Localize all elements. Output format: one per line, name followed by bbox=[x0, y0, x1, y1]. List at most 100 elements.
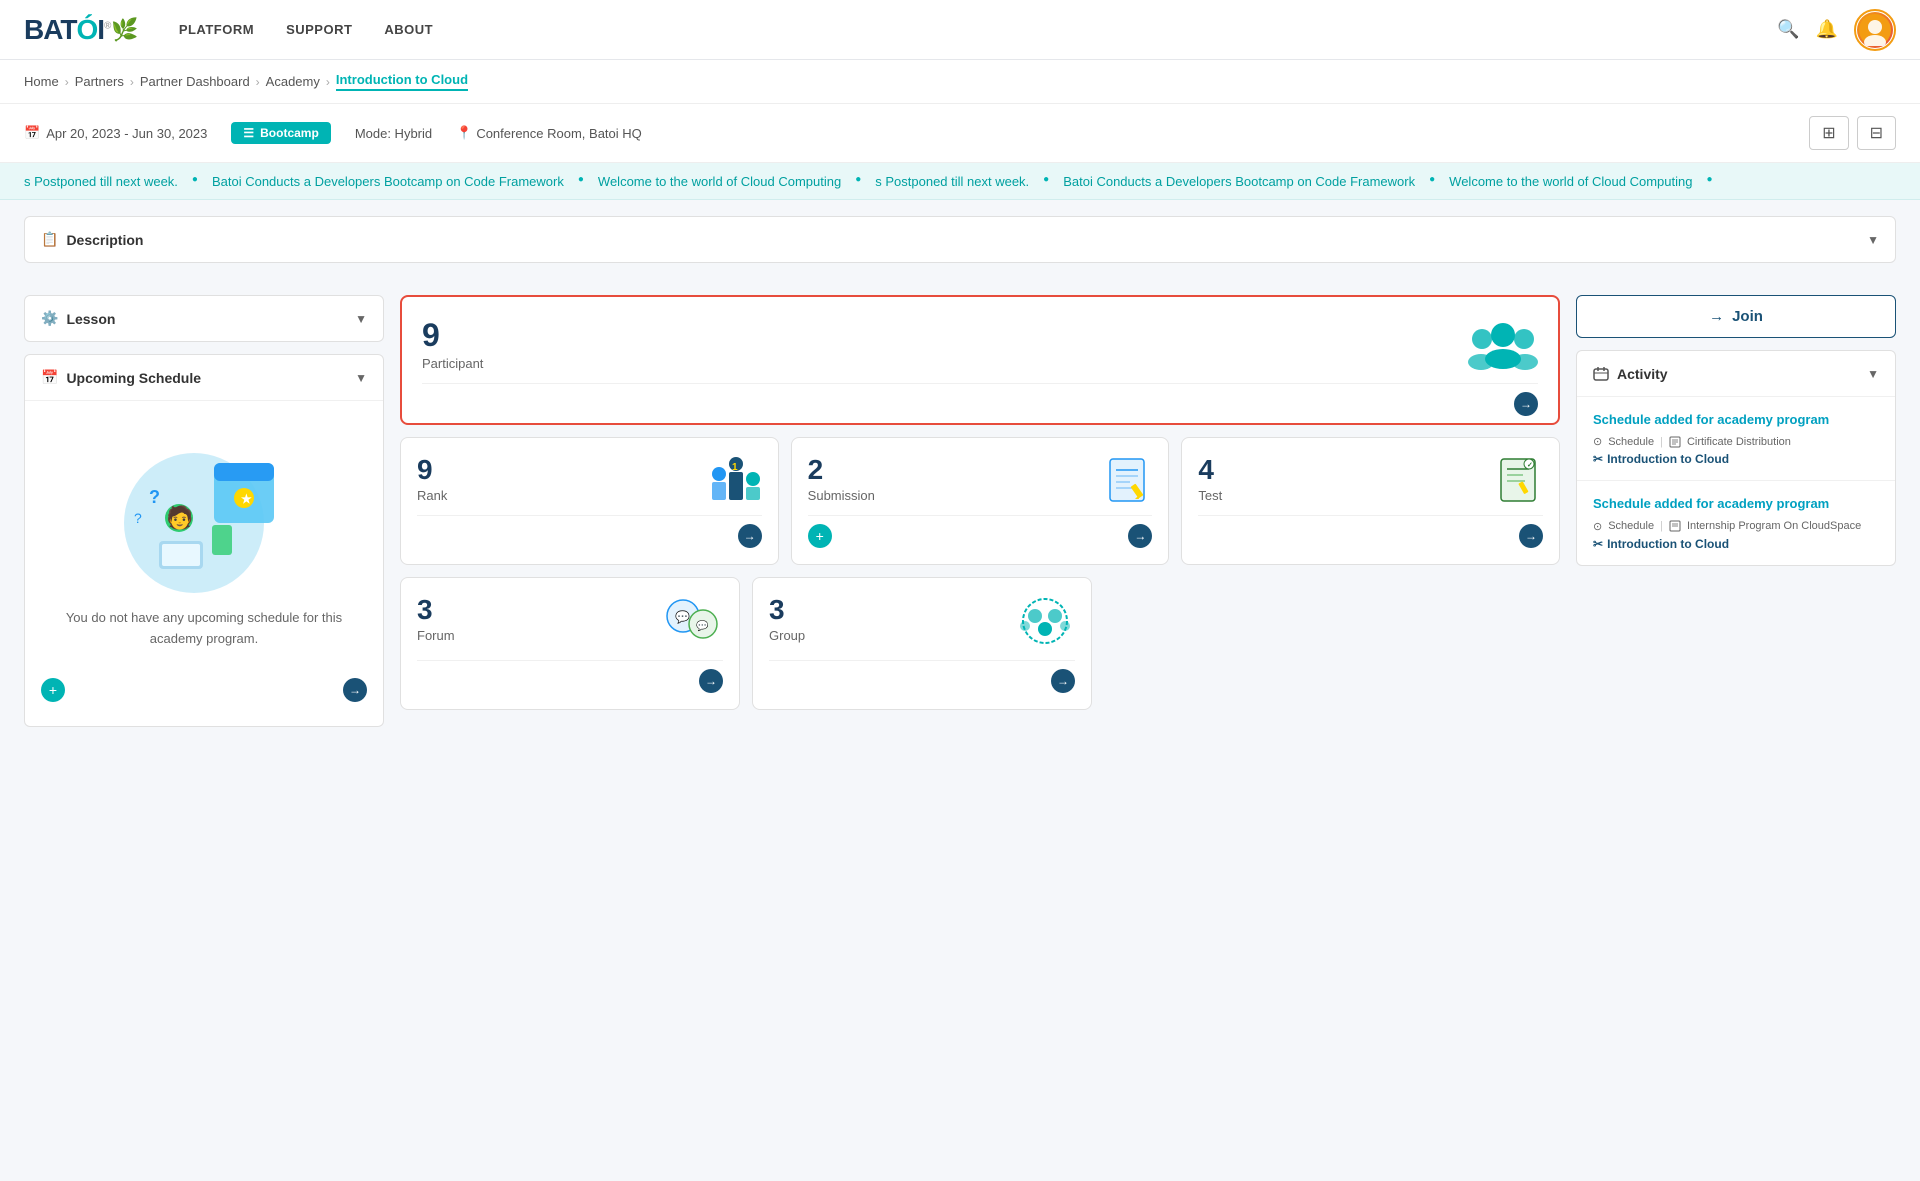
test-arrow-button[interactable]: → bbox=[1519, 524, 1543, 548]
schedule-radio-icon: ⊙ bbox=[1593, 435, 1602, 448]
rank-arrow-button[interactable]: → bbox=[738, 524, 762, 548]
user-avatar[interactable] bbox=[1857, 12, 1893, 48]
upcoming-schedule-body: ★ 🧑 ? ? bbox=[25, 400, 383, 726]
schedule-svg: ★ 🧑 ? ? bbox=[104, 433, 304, 593]
activity-item-2-meta: ⊙ Schedule | Internship Program On Cloud… bbox=[1593, 520, 1879, 533]
upcoming-schedule-accordion: 📅 Upcoming Schedule ▼ bbox=[24, 354, 384, 727]
test-icon: ✓ bbox=[1493, 454, 1543, 507]
ticker-item-2: Batoi Conducts a Developers Bootcamp on … bbox=[212, 174, 564, 189]
add-schedule-button[interactable]: + bbox=[41, 678, 65, 702]
forum-card: 3 Forum 💬 💬 → bbox=[400, 577, 740, 710]
main-header: BATÓI® 🌿 PLATFORM SUPPORT ABOUT 🔍 🔔 bbox=[0, 0, 1920, 60]
svg-text:1: 1 bbox=[732, 462, 738, 473]
notification-icon[interactable]: 🔔 bbox=[1816, 19, 1838, 40]
description-chevron: ▼ bbox=[1867, 233, 1879, 247]
submission-card: 2 Submission bbox=[791, 437, 1170, 565]
participant-icon bbox=[1468, 317, 1538, 375]
submission-footer: + → bbox=[808, 515, 1153, 548]
rank-icon: 1 bbox=[707, 454, 762, 507]
stats-row-2: 3 Forum 💬 💬 → bbox=[400, 577, 1560, 710]
dates-text: Apr 20, 2023 - Jun 30, 2023 bbox=[46, 126, 207, 141]
activity-item-2: Schedule added for academy program ⊙ Sch… bbox=[1577, 480, 1895, 564]
meta-location: 📍 Conference Room, Batoi HQ bbox=[456, 125, 642, 141]
participant-arrow-button[interactable]: → bbox=[1514, 392, 1538, 416]
left-sidebar: ⚙️ Lesson ▼ 📅 Upcoming Schedule ▼ bbox=[24, 295, 384, 1165]
upcoming-schedule-header[interactable]: 📅 Upcoming Schedule ▼ bbox=[25, 355, 383, 400]
schedule-illustration: ★ 🧑 ? ? bbox=[41, 417, 367, 666]
svg-text:💬: 💬 bbox=[696, 619, 709, 632]
news-ticker: s Postponed till next week. ● Batoi Cond… bbox=[0, 163, 1920, 200]
breadcrumb-sep-1: › bbox=[65, 75, 69, 89]
forum-label: Forum bbox=[417, 628, 455, 643]
svg-text:?: ? bbox=[134, 510, 142, 526]
participant-card: 9 Participant → bbox=[400, 295, 1560, 425]
main-nav: PLATFORM SUPPORT ABOUT bbox=[179, 18, 1777, 41]
bootcamp-badge: ☰ Bootcamp bbox=[231, 122, 330, 144]
breadcrumb-partners[interactable]: Partners bbox=[75, 74, 124, 89]
activity-item-2-meta1: Schedule bbox=[1608, 520, 1654, 532]
header-icons: 🔍 🔔 bbox=[1777, 9, 1896, 51]
ticker-dot-1: ● bbox=[192, 174, 198, 189]
meta-bar: 📅 Apr 20, 2023 - Jun 30, 2023 ☰ Bootcamp… bbox=[0, 104, 1920, 163]
breadcrumb-sep-2: › bbox=[130, 75, 134, 89]
group-label: Group bbox=[769, 628, 805, 643]
schedule-bottom-actions: + → bbox=[41, 670, 367, 710]
activity-item-2-meta2: Internship Program On CloudSpace bbox=[1687, 520, 1861, 532]
svg-text:?: ? bbox=[149, 487, 160, 507]
join-icon: → bbox=[1709, 308, 1724, 325]
svg-text:🧑: 🧑 bbox=[166, 504, 193, 530]
activity-header[interactable]: Activity ▼ bbox=[1577, 351, 1895, 396]
rank-card: 9 Rank bbox=[400, 437, 779, 565]
nav-support[interactable]: SUPPORT bbox=[286, 18, 352, 41]
ticker-item-3: Welcome to the world of Cloud Computing bbox=[598, 174, 841, 189]
group-arrow-button[interactable]: → bbox=[1051, 669, 1075, 693]
bootcamp-label: Bootcamp bbox=[260, 126, 319, 140]
lesson-accordion-header[interactable]: ⚙️ Lesson ▼ bbox=[25, 296, 383, 341]
test-footer: → bbox=[1198, 515, 1543, 548]
main-content: ⚙️ Lesson ▼ 📅 Upcoming Schedule ▼ bbox=[0, 279, 1920, 1181]
breadcrumb-academy[interactable]: Academy bbox=[266, 74, 320, 89]
search-icon[interactable]: 🔍 bbox=[1777, 19, 1799, 40]
lesson-icon: ⚙️ bbox=[41, 310, 58, 327]
activity-icon bbox=[1593, 365, 1609, 382]
description-accordion: 📋 Description ▼ bbox=[24, 216, 1896, 263]
link-icon-1: ✂ bbox=[1593, 452, 1603, 466]
description-icon: 📋 bbox=[41, 231, 58, 248]
meta-actions: ⊞ ⊟ bbox=[1809, 116, 1896, 150]
schedule-empty-text: You do not have any upcoming schedule fo… bbox=[49, 608, 359, 650]
view-schedule-button[interactable]: → bbox=[343, 678, 367, 702]
logo[interactable]: BATÓI® 🌿 bbox=[24, 14, 139, 46]
forum-number: 3 bbox=[417, 594, 455, 626]
right-sidebar: → Join Activity ▼ bbox=[1576, 295, 1896, 1165]
group-number: 3 bbox=[769, 594, 805, 626]
participant-label: Participant bbox=[422, 356, 483, 371]
forum-arrow-button[interactable]: → bbox=[699, 669, 723, 693]
activity-item-1: Schedule added for academy program ⊙ Sch… bbox=[1577, 396, 1895, 480]
activity-item-2-link[interactable]: ✂ Introduction to Cloud bbox=[1593, 537, 1879, 551]
calendar-icon: 📅 bbox=[24, 125, 40, 141]
description-label: Description bbox=[66, 232, 143, 248]
activity-link-text-2: Introduction to Cloud bbox=[1607, 537, 1729, 551]
breadcrumb-partner-dashboard[interactable]: Partner Dashboard bbox=[140, 74, 250, 89]
nav-platform[interactable]: PLATFORM bbox=[179, 18, 254, 41]
join-button[interactable]: → Join bbox=[1576, 295, 1896, 338]
svg-text:💬: 💬 bbox=[675, 610, 690, 624]
description-accordion-header[interactable]: 📋 Description ▼ bbox=[25, 217, 1895, 262]
view-toggle-list[interactable]: ⊞ bbox=[1809, 116, 1848, 150]
location-icon: 📍 bbox=[456, 125, 472, 141]
nav-about[interactable]: ABOUT bbox=[384, 18, 433, 41]
schedule-chevron: ▼ bbox=[355, 371, 367, 385]
avatar[interactable] bbox=[1854, 9, 1896, 51]
schedule-radio-icon-2: ⊙ bbox=[1593, 520, 1602, 533]
breadcrumb-home[interactable]: Home bbox=[24, 74, 59, 89]
group-footer: → bbox=[769, 660, 1075, 693]
activity-item-1-link[interactable]: ✂ Introduction to Cloud bbox=[1593, 452, 1879, 466]
view-toggle-grid[interactable]: ⊟ bbox=[1857, 116, 1896, 150]
location-text: Conference Room, Batoi HQ bbox=[476, 126, 641, 141]
activity-link-text-1: Introduction to Cloud bbox=[1607, 452, 1729, 466]
submission-arrow-button[interactable]: → bbox=[1128, 524, 1152, 548]
schedule-calendar-icon: 📅 bbox=[41, 369, 58, 386]
bootcamp-icon: ☰ bbox=[243, 126, 254, 140]
submission-add-button[interactable]: + bbox=[808, 524, 832, 548]
internship-icon bbox=[1669, 520, 1681, 532]
